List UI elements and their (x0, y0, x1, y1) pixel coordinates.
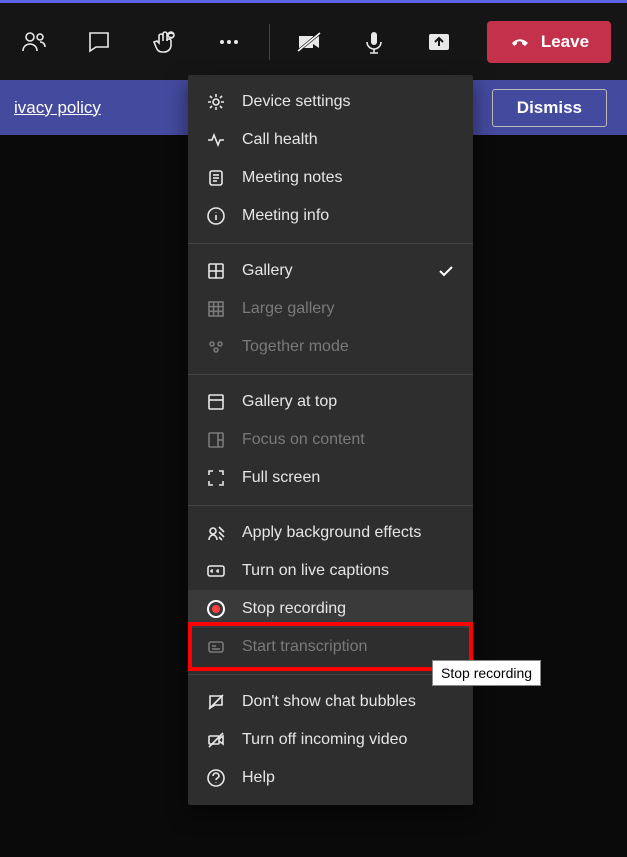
menu-live-captions[interactable]: Turn on live captions (188, 552, 473, 590)
together-icon (206, 337, 226, 357)
gallery-top-icon (206, 392, 226, 412)
share-screen-icon[interactable] (422, 24, 457, 60)
menu-focus-content: Focus on content (188, 421, 473, 459)
menu-label: Focus on content (242, 431, 365, 449)
video-off-icon (206, 730, 226, 750)
help-icon (206, 768, 226, 788)
chat-icon[interactable] (81, 24, 116, 60)
raise-hand-icon[interactable] (146, 24, 181, 60)
gear-icon (206, 92, 226, 112)
menu-label: Call health (242, 131, 318, 149)
menu-stop-recording[interactable]: Stop recording (188, 590, 473, 628)
tooltip: Stop recording (432, 660, 541, 686)
mic-icon[interactable] (357, 24, 392, 60)
checkmark-icon (437, 262, 455, 280)
menu-label: Help (242, 769, 275, 787)
menu-start-transcription: Start transcription (188, 628, 473, 666)
hang-up-icon (509, 31, 531, 53)
dismiss-button[interactable]: Dismiss (492, 89, 607, 127)
menu-full-screen[interactable]: Full screen (188, 459, 473, 497)
menu-label: Full screen (242, 469, 320, 487)
more-actions-menu: Device settings Call health Meeting note… (188, 75, 473, 805)
menu-label: Apply background effects (242, 524, 421, 542)
menu-label: Start transcription (242, 638, 367, 656)
menu-label: Gallery at top (242, 393, 337, 411)
menu-large-gallery: Large gallery (188, 290, 473, 328)
people-icon[interactable] (16, 24, 51, 60)
menu-help[interactable]: Help (188, 759, 473, 797)
camera-off-icon[interactable] (291, 24, 326, 60)
menu-label: Meeting info (242, 207, 329, 225)
fullscreen-icon (206, 468, 226, 488)
menu-gallery-top[interactable]: Gallery at top (188, 383, 473, 421)
leave-label: Leave (541, 32, 589, 52)
large-grid-icon (206, 299, 226, 319)
record-icon (206, 599, 226, 619)
notes-icon (206, 168, 226, 188)
focus-icon (206, 430, 226, 450)
background-effects-icon (206, 523, 226, 543)
toolbar-divider (269, 24, 270, 60)
menu-chat-bubbles[interactable]: Don't show chat bubbles (188, 683, 473, 721)
menu-label: Stop recording (242, 600, 346, 618)
transcription-icon (206, 637, 226, 657)
menu-label: Turn on live captions (242, 562, 389, 580)
menu-label: Gallery (242, 262, 293, 280)
menu-background-effects[interactable]: Apply background effects (188, 514, 473, 552)
captions-icon (206, 561, 226, 581)
grid-icon (206, 261, 226, 281)
menu-together-mode: Together mode (188, 328, 473, 366)
leave-button[interactable]: Leave (487, 21, 611, 63)
menu-call-health[interactable]: Call health (188, 121, 473, 159)
menu-separator (188, 243, 473, 244)
pulse-icon (206, 130, 226, 150)
meeting-toolbar: Leave (0, 0, 627, 80)
menu-device-settings[interactable]: Device settings (188, 83, 473, 121)
menu-separator (188, 505, 473, 506)
info-icon (206, 206, 226, 226)
menu-gallery[interactable]: Gallery (188, 252, 473, 290)
menu-incoming-video[interactable]: Turn off incoming video (188, 721, 473, 759)
menu-label: Together mode (242, 338, 349, 356)
privacy-policy-link[interactable]: ivacy policy (14, 98, 101, 118)
more-actions-icon[interactable] (211, 24, 246, 60)
menu-label: Large gallery (242, 300, 335, 318)
menu-label: Turn off incoming video (242, 731, 407, 749)
chat-bubble-off-icon (206, 692, 226, 712)
menu-meeting-notes[interactable]: Meeting notes (188, 159, 473, 197)
menu-label: Don't show chat bubbles (242, 693, 416, 711)
menu-meeting-info[interactable]: Meeting info (188, 197, 473, 235)
menu-separator (188, 374, 473, 375)
menu-label: Meeting notes (242, 169, 343, 187)
menu-label: Device settings (242, 93, 351, 111)
menu-separator (188, 674, 473, 675)
